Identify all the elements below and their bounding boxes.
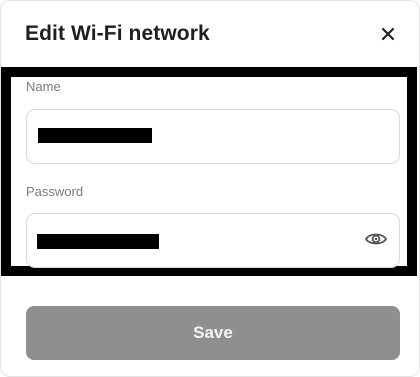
name-field[interactable] xyxy=(26,109,400,164)
password-label: Password xyxy=(26,184,84,199)
name-value-redaction xyxy=(38,128,152,143)
save-button[interactable]: Save xyxy=(26,306,400,360)
eye-icon[interactable] xyxy=(364,229,388,249)
redaction-frame: Name Password xyxy=(1,67,417,276)
dialog-title: Edit Wi-Fi network xyxy=(25,22,210,45)
name-label: Name xyxy=(26,79,61,94)
edit-wifi-dialog: Edit Wi-Fi network Name Password Save xyxy=(0,0,420,377)
close-icon[interactable] xyxy=(377,23,399,45)
password-value-redaction xyxy=(37,234,159,249)
password-field[interactable] xyxy=(26,213,400,268)
